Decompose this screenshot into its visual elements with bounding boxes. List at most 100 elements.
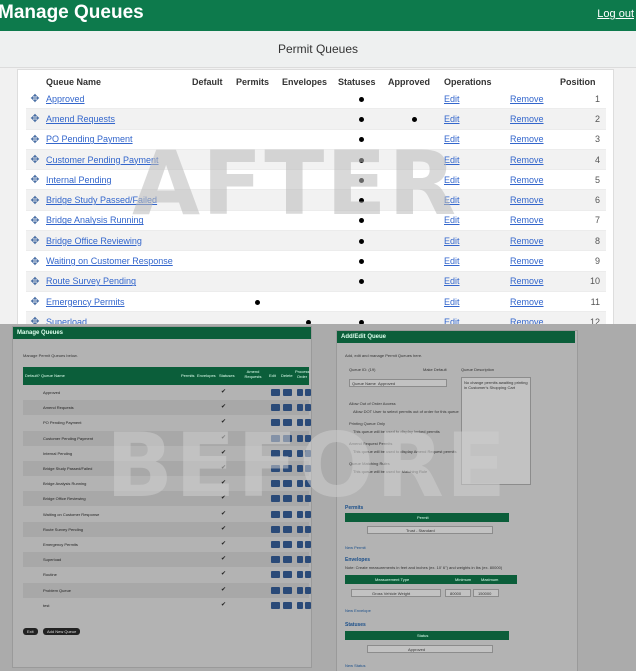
before-new-status-link[interactable]: New Status xyxy=(345,663,365,668)
before-new-envelope-link[interactable]: New Envelope xyxy=(345,608,371,613)
edit-link[interactable]: Edit xyxy=(444,317,460,324)
before-move-down-icon[interactable] xyxy=(305,449,311,457)
queue-name-link[interactable]: Superload xyxy=(46,317,87,324)
before-move-up-icon[interactable] xyxy=(297,480,303,488)
drag-handle-icon[interactable]: ✥ xyxy=(26,271,44,292)
before-permit-select[interactable]: Trust - Standard xyxy=(367,526,493,534)
drag-handle-icon[interactable]: ✥ xyxy=(26,230,44,252)
remove-link[interactable]: Remove xyxy=(510,215,544,225)
drag-handle-icon[interactable]: ✥ xyxy=(26,89,44,110)
remove-link[interactable]: Remove xyxy=(510,297,544,307)
before-delete-icon[interactable] xyxy=(283,586,292,594)
before-move-up-icon[interactable] xyxy=(297,419,303,427)
before-edit-icon[interactable] xyxy=(271,434,280,442)
before-move-up-icon[interactable] xyxy=(297,465,303,472)
queue-name-link[interactable]: Amend Requests xyxy=(46,114,115,124)
before-move-down-icon[interactable] xyxy=(305,465,311,472)
before-edit-icon[interactable] xyxy=(271,465,280,472)
before-delete-icon[interactable] xyxy=(283,510,292,518)
remove-link[interactable]: Remove xyxy=(510,114,544,124)
before-move-up-icon[interactable] xyxy=(297,510,303,518)
before-edit-icon[interactable] xyxy=(271,601,280,609)
before-delete-icon[interactable] xyxy=(283,480,292,488)
edit-link[interactable]: Edit xyxy=(444,94,460,104)
before-queue-desc-field[interactable]: No change permits awaiting printing in C… xyxy=(461,377,531,485)
before-delete-icon[interactable] xyxy=(283,571,292,579)
before-queue-name-field[interactable]: Queue Name Approved xyxy=(349,379,447,387)
drag-handle-icon[interactable]: ✥ xyxy=(26,250,44,272)
before-edit-icon[interactable] xyxy=(271,419,280,427)
before-env-max-field[interactable]: 150000 xyxy=(473,589,499,597)
before-delete-icon[interactable] xyxy=(283,601,292,609)
remove-link[interactable]: Remove xyxy=(510,256,544,266)
queue-name-link[interactable]: Customer Pending Payment xyxy=(46,155,159,165)
drag-handle-icon[interactable]: ✥ xyxy=(26,169,44,191)
logout-link[interactable]: Log out xyxy=(597,8,634,20)
before-move-up-icon[interactable] xyxy=(297,601,303,609)
before-move-up-icon[interactable] xyxy=(297,586,303,594)
before-edit-icon[interactable] xyxy=(271,404,280,412)
before-edit-icon[interactable] xyxy=(271,510,280,518)
before-delete-icon[interactable] xyxy=(283,389,292,396)
drag-handle-icon[interactable]: ✥ xyxy=(26,291,44,313)
before-move-up-icon[interactable] xyxy=(297,525,303,533)
before-delete-icon[interactable] xyxy=(283,541,292,548)
edit-link[interactable]: Edit xyxy=(444,297,460,307)
before-delete-icon[interactable] xyxy=(283,525,292,533)
before-move-down-icon[interactable] xyxy=(305,586,311,594)
remove-link[interactable]: Remove xyxy=(510,134,544,144)
edit-link[interactable]: Edit xyxy=(444,175,460,185)
drag-handle-icon[interactable]: ✥ xyxy=(26,108,44,130)
edit-link[interactable]: Edit xyxy=(444,256,460,266)
remove-link[interactable]: Remove xyxy=(510,195,544,205)
edit-link[interactable]: Edit xyxy=(444,195,460,205)
edit-link[interactable]: Edit xyxy=(444,155,460,165)
before-move-down-icon[interactable] xyxy=(305,434,311,442)
before-move-up-icon[interactable] xyxy=(297,541,303,548)
before-edit-icon[interactable] xyxy=(271,556,280,564)
edit-link[interactable]: Edit xyxy=(444,236,460,246)
before-move-up-icon[interactable] xyxy=(297,389,303,396)
drag-handle-icon[interactable]: ✥ xyxy=(26,129,44,150)
drag-handle-icon[interactable]: ✥ xyxy=(26,149,44,171)
before-edit-icon[interactable] xyxy=(271,586,280,594)
before-edit-icon[interactable] xyxy=(271,449,280,457)
before-delete-icon[interactable] xyxy=(283,465,292,472)
before-move-down-icon[interactable] xyxy=(305,525,311,533)
before-edit-icon[interactable] xyxy=(271,541,280,548)
before-exit-button[interactable]: Exit xyxy=(23,628,38,635)
remove-link[interactable]: Remove xyxy=(510,276,544,286)
before-delete-icon[interactable] xyxy=(283,419,292,427)
drag-handle-icon[interactable]: ✥ xyxy=(26,189,44,211)
queue-name-link[interactable]: PO Pending Payment xyxy=(46,134,133,144)
before-move-down-icon[interactable] xyxy=(305,541,311,548)
before-printing-text[interactable]: This queue will be used to display locke… xyxy=(353,429,440,434)
edit-link[interactable]: Edit xyxy=(444,114,460,124)
queue-name-link[interactable]: Bridge Office Reviewing xyxy=(46,236,142,246)
before-edit-icon[interactable] xyxy=(271,571,280,579)
before-matching-text[interactable]: This queue will be used for Matching Rul… xyxy=(353,469,427,474)
before-env-type-select[interactable]: Gross Vehicle Weight xyxy=(351,589,441,597)
before-move-up-icon[interactable] xyxy=(297,571,303,579)
remove-link[interactable]: Remove xyxy=(510,175,544,185)
before-delete-icon[interactable] xyxy=(283,434,292,442)
before-move-down-icon[interactable] xyxy=(305,389,311,396)
before-amend-text[interactable]: This queue will be used to display Amend… xyxy=(353,449,457,454)
before-env-min-field[interactable]: 80000 xyxy=(445,589,471,597)
before-move-up-icon[interactable] xyxy=(297,556,303,564)
before-move-down-icon[interactable] xyxy=(305,404,311,412)
drag-handle-icon[interactable]: ✥ xyxy=(26,311,44,324)
drag-handle-icon[interactable]: ✥ xyxy=(26,210,44,232)
before-move-down-icon[interactable] xyxy=(305,480,311,488)
before-move-down-icon[interactable] xyxy=(305,556,311,564)
before-move-up-icon[interactable] xyxy=(297,434,303,442)
before-edit-icon[interactable] xyxy=(271,495,280,503)
before-move-down-icon[interactable] xyxy=(305,510,311,518)
remove-link[interactable]: Remove xyxy=(510,94,544,104)
before-move-up-icon[interactable] xyxy=(297,495,303,503)
remove-link[interactable]: Remove xyxy=(510,317,544,324)
queue-name-link[interactable]: Approved xyxy=(46,94,85,104)
edit-link[interactable]: Edit xyxy=(444,276,460,286)
before-allow-text[interactable]: Allow DOT User to select permits out of … xyxy=(353,409,459,414)
edit-link[interactable]: Edit xyxy=(444,134,460,144)
